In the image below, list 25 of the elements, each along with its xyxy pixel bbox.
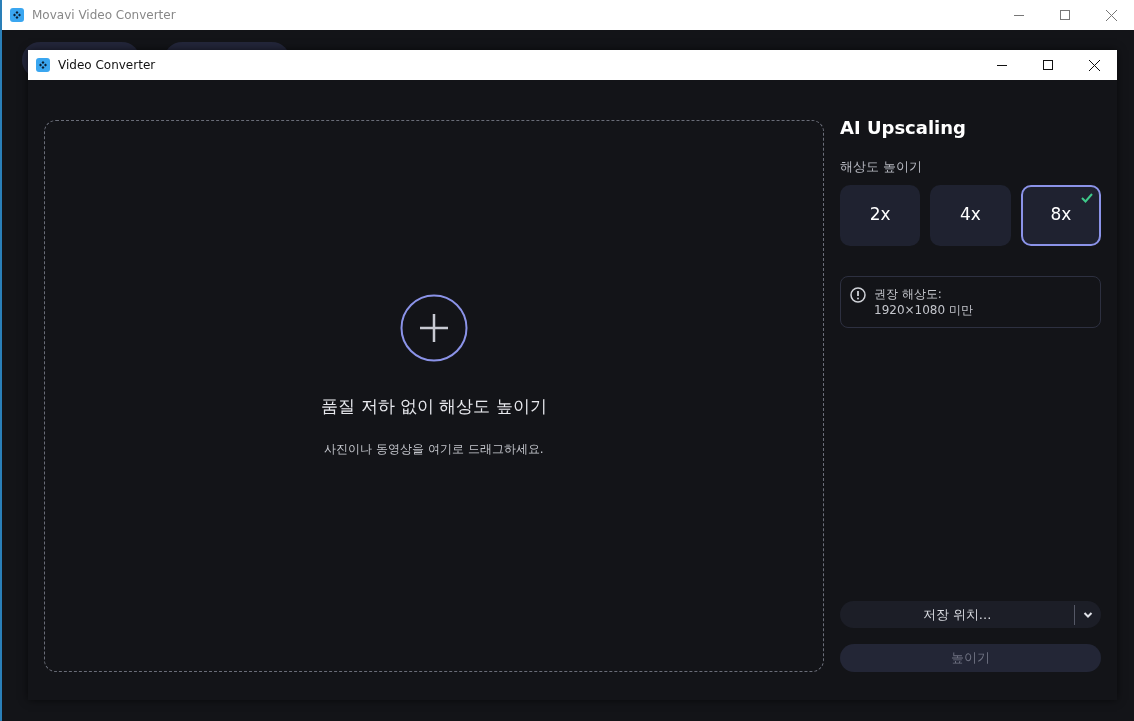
maximize-icon xyxy=(1060,10,1070,20)
maximize-icon xyxy=(1043,60,1053,70)
check-icon xyxy=(1081,192,1093,203)
save-location-dropdown[interactable]: 저장 위치... xyxy=(840,601,1101,628)
drop-zone[interactable]: 품질 저하 없이 해상도 높이기 사진이나 동영상을 여기로 드래그하세요. xyxy=(44,120,824,672)
app-logo-icon xyxy=(36,58,50,72)
scale-option[interactable]: 8x xyxy=(1020,184,1101,246)
chevron-down-icon[interactable] xyxy=(1083,610,1093,619)
add-icon[interactable] xyxy=(400,294,468,363)
scale-option[interactable]: 2x xyxy=(840,184,921,246)
close-icon xyxy=(1088,59,1100,71)
info-icon xyxy=(850,286,866,303)
window-title: Movavi Video Converter xyxy=(32,7,176,24)
app-logo-icon xyxy=(10,8,24,22)
window-title: Video Converter xyxy=(58,57,156,74)
drop-hint: 사진이나 동영상을 여기로 드래그하세요. xyxy=(324,440,544,458)
drop-heading: 품질 저하 없이 해상도 높이기 xyxy=(321,395,547,419)
scale-option[interactable]: 4x xyxy=(930,184,1011,246)
save-location-label: 저장 위치... xyxy=(921,605,993,624)
close-icon xyxy=(1105,9,1117,21)
minimize-icon xyxy=(1014,14,1024,16)
notice-text: 권장 해상도: 1920×1080 미만 xyxy=(874,285,973,318)
panel-title: AI Upscaling xyxy=(840,116,967,140)
minimize-icon xyxy=(997,64,1007,66)
scale-label: 해상도 높이기 xyxy=(840,158,924,176)
